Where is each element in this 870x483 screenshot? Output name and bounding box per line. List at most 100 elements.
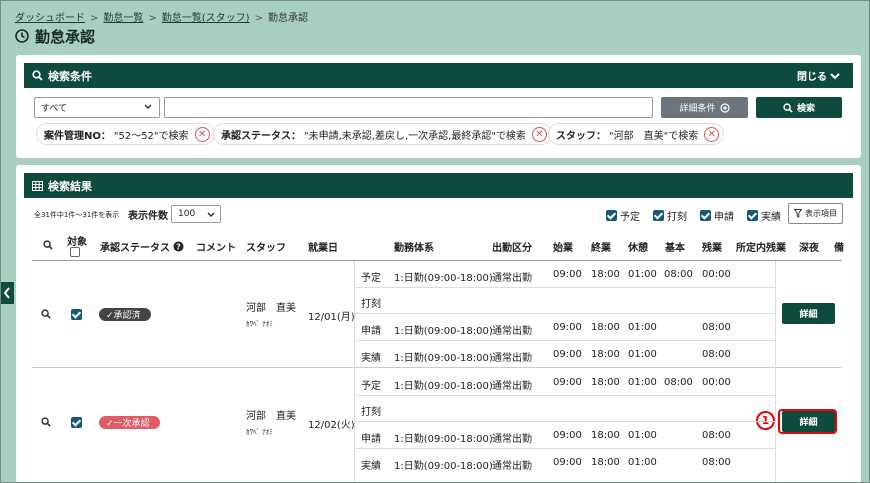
filter-actual-checkbox[interactable]: 実績 bbox=[747, 208, 781, 223]
breadcrumb-separator: > bbox=[148, 13, 157, 24]
subrow-end: 18:00 bbox=[591, 349, 620, 360]
subrow-shift: 1:日勤(09:00-18:00) bbox=[394, 273, 493, 284]
col-approval-status: 承認ステータス? bbox=[100, 239, 184, 254]
zoom-icon[interactable] bbox=[41, 309, 51, 319]
col-late-night: 深夜 bbox=[799, 243, 819, 254]
search-panel: 検索条件 閉じる すべて 詳細条件 検索 案件管理NO： "52〜52"で検索 ✕… bbox=[16, 55, 861, 158]
col-basic: 基本 bbox=[665, 243, 685, 254]
filter-icon bbox=[794, 209, 802, 218]
subrow-divider bbox=[354, 448, 775, 449]
search-tag-staff: スタッフ： "河部 直美"で検索 ✕ bbox=[548, 123, 725, 145]
checkbox-icon[interactable] bbox=[653, 210, 664, 221]
detail-button[interactable]: 詳細 bbox=[782, 303, 835, 324]
col-notes: 備 bbox=[834, 243, 844, 254]
filter-request-checkbox[interactable]: 申請 bbox=[700, 208, 734, 223]
staff-kana: ｶﾜﾍﾞ ﾅｵﾐ bbox=[246, 428, 273, 436]
staff-name: 河部 直美 bbox=[246, 303, 296, 314]
subrow-basic: 08:00 bbox=[664, 377, 693, 388]
select-all-checkbox[interactable] bbox=[70, 247, 80, 257]
subrow-overtime: 08:00 bbox=[702, 457, 731, 468]
subrow-start: 09:00 bbox=[553, 269, 582, 280]
remove-tag-icon[interactable]: ✕ bbox=[194, 126, 210, 142]
subrow-kubun: 通常出勤 bbox=[492, 353, 532, 364]
chevron-down-icon bbox=[207, 212, 215, 218]
col-attendance-type: 出勤区分 bbox=[492, 243, 532, 254]
status-badge: ✓承認済 bbox=[99, 308, 151, 321]
page-title: 勤怠承認 bbox=[15, 25, 95, 47]
subrow-start: 09:00 bbox=[553, 322, 582, 333]
breadcrumb-attendance-list[interactable]: 勤怠一覧 bbox=[103, 13, 143, 24]
subrow-shift: 1:日勤(09:00-18:00) bbox=[394, 381, 493, 392]
col-overtime: 残業 bbox=[702, 243, 722, 254]
subrow-overtime: 08:00 bbox=[702, 430, 731, 441]
search-tag-status: 承認ステータス： "未申請,未承認,差戻し,一次承認,最終承認"で検索 ✕ bbox=[213, 123, 552, 145]
subrow-divider bbox=[354, 287, 775, 288]
subrow-break: 01:00 bbox=[628, 457, 657, 468]
help-icon[interactable]: ? bbox=[173, 241, 184, 252]
subrow-type: 打刻 bbox=[361, 299, 381, 310]
chevron-down-icon bbox=[144, 104, 152, 110]
svg-text:?: ? bbox=[176, 243, 181, 252]
filter-label: 申請 bbox=[714, 212, 734, 223]
row-checkbox[interactable] bbox=[71, 309, 82, 320]
subrow-divider bbox=[354, 421, 775, 422]
search-panel-header: 検索条件 閉じる bbox=[24, 63, 853, 88]
subrow-start: 09:00 bbox=[553, 349, 582, 360]
subrow-basic: 08:00 bbox=[664, 269, 693, 280]
subrow-divider bbox=[354, 340, 775, 341]
subrow-end: 18:00 bbox=[591, 322, 620, 333]
subrow-end: 18:00 bbox=[591, 377, 620, 388]
checkbox-icon[interactable] bbox=[747, 210, 758, 221]
subrow-overtime: 08:00 bbox=[702, 322, 731, 333]
checkbox-icon[interactable] bbox=[606, 210, 617, 221]
sidebar-toggle-button[interactable] bbox=[0, 282, 14, 304]
col-break: 休憩 bbox=[628, 243, 648, 254]
search-icon bbox=[783, 102, 793, 113]
remove-tag-icon[interactable]: ✕ bbox=[704, 126, 720, 142]
subrow-start: 09:00 bbox=[553, 377, 582, 388]
col-end: 終業 bbox=[591, 243, 611, 254]
close-panel-button[interactable]: 閉じる bbox=[797, 63, 845, 88]
subrow-divider bbox=[354, 395, 775, 396]
subrow-type: 予定 bbox=[361, 381, 381, 392]
col-target: 対象 bbox=[67, 237, 87, 248]
page-title-text: 勤怠承認 bbox=[35, 27, 96, 46]
row-checkbox[interactable] bbox=[71, 417, 82, 428]
tag-label: 案件管理NO： bbox=[44, 130, 111, 142]
subrow-start: 09:00 bbox=[553, 457, 582, 468]
display-columns-button[interactable]: 表示項目 bbox=[788, 203, 843, 224]
filter-label: 予定 bbox=[620, 212, 640, 223]
subrow-end: 18:00 bbox=[591, 269, 620, 280]
advanced-conditions-label: 詳細条件 bbox=[679, 104, 716, 114]
staff-name: 河部 直美 bbox=[246, 411, 296, 422]
zoom-icon[interactable] bbox=[41, 417, 51, 427]
row-divider bbox=[32, 367, 842, 368]
subrow-overtime: 00:00 bbox=[702, 377, 731, 388]
results-panel: 検索結果 全31件中1件～31件を表示 表示件数 100 予定 打刻 申請 実績… bbox=[16, 165, 861, 483]
filter-punch-checkbox[interactable]: 打刻 bbox=[653, 208, 687, 223]
result-count: 全31件中1件～31件を表示 bbox=[34, 211, 120, 219]
chevron-down-icon bbox=[830, 72, 840, 79]
subrow-end: 18:00 bbox=[591, 457, 620, 468]
breadcrumb-dashboard[interactable]: ダッシュボード bbox=[15, 13, 85, 24]
advanced-conditions-button[interactable]: 詳細条件 bbox=[661, 97, 748, 118]
checkbox-icon[interactable] bbox=[700, 210, 711, 221]
search-input[interactable] bbox=[164, 97, 653, 118]
subrow-type: 申請 bbox=[361, 434, 381, 445]
work-date: 12/01(月) bbox=[308, 312, 355, 323]
remove-tag-icon[interactable]: ✕ bbox=[531, 126, 547, 142]
search-button[interactable]: 検索 bbox=[756, 97, 842, 118]
clock-icon bbox=[15, 29, 29, 43]
per-page-select[interactable]: 100 bbox=[171, 205, 221, 223]
subrow-shift: 1:日勤(09:00-18:00) bbox=[394, 434, 493, 445]
breadcrumb-current: 勤怠承認 bbox=[267, 13, 308, 24]
status-badge: ✓一次承認 bbox=[99, 416, 160, 429]
per-page-value: 100 bbox=[178, 209, 196, 219]
breadcrumb-attendance-staff[interactable]: 勤怠一覧(スタッフ) bbox=[162, 13, 250, 24]
search-scope-select[interactable]: すべて bbox=[34, 97, 160, 118]
subrow-type: 打刻 bbox=[361, 407, 381, 418]
filter-plan-checkbox[interactable]: 予定 bbox=[606, 208, 640, 223]
work-date: 12/02(火) bbox=[308, 420, 355, 431]
search-icon bbox=[32, 70, 43, 81]
plus-circle-icon bbox=[719, 102, 730, 113]
